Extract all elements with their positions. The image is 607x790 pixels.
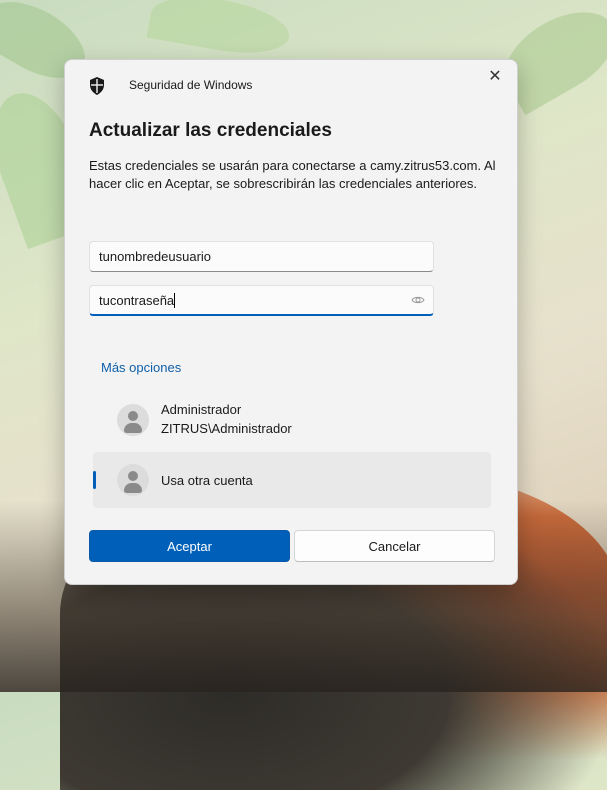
user-avatar-icon bbox=[117, 404, 149, 436]
password-value: tucontraseña bbox=[99, 293, 175, 308]
close-icon[interactable]: ✕ bbox=[487, 69, 503, 85]
text-caret bbox=[174, 293, 176, 308]
password-field[interactable]: tucontraseña bbox=[89, 285, 434, 316]
dialog-description: Estas credenciales se usarán para conect… bbox=[89, 158, 496, 191]
dialog-titlebar: Seguridad de Windows ✕ bbox=[65, 60, 517, 110]
account-name: Administrador bbox=[161, 402, 242, 417]
account-domain: ZITRUS\Administrador bbox=[161, 421, 292, 436]
username-field[interactable]: tunombredeusuario bbox=[89, 241, 434, 272]
user-avatar-icon bbox=[117, 464, 149, 496]
cancel-button[interactable]: Cancelar bbox=[294, 530, 495, 562]
selection-indicator bbox=[93, 471, 96, 489]
account-option-other[interactable]: Usa otra cuenta bbox=[93, 452, 491, 508]
more-options-link[interactable]: Más opciones bbox=[101, 360, 181, 375]
eye-icon[interactable] bbox=[411, 293, 425, 307]
ok-button[interactable]: Aceptar bbox=[89, 530, 290, 562]
username-value: tunombredeusuario bbox=[99, 249, 212, 264]
account-name: Usa otra cuenta bbox=[161, 473, 253, 488]
shield-icon bbox=[90, 77, 104, 95]
dialog-heading: Actualizar las credenciales bbox=[89, 120, 332, 141]
credentials-dialog: Seguridad de Windows ✕ Actualizar las cr… bbox=[64, 59, 518, 585]
app-title: Seguridad de Windows bbox=[129, 78, 253, 92]
account-option-administrator[interactable]: Administrador ZITRUS\Administrador bbox=[93, 392, 491, 448]
